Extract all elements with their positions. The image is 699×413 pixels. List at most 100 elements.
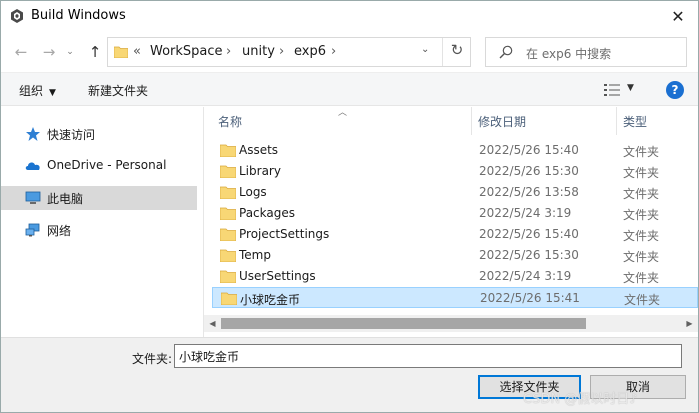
search-input[interactable]: 在 exp6 中搜索 (485, 37, 687, 67)
table-row[interactable]: UserSettings 2022/5/24 3:19 文件夹 (212, 266, 698, 287)
table-row[interactable]: Assets 2022/5/26 15:40 文件夹 (212, 140, 698, 161)
cloud-icon (25, 162, 40, 170)
organize-menu[interactable]: 组织 ▼ (19, 82, 56, 99)
address-overflow[interactable]: « (133, 44, 141, 59)
search-placeholder: 在 exp6 中搜索 (526, 47, 612, 61)
address-bar[interactable]: « WorkSpace › unity › exp6 › ⌄ ↻ (107, 37, 471, 67)
file-name: 小球吃金币 (240, 293, 301, 307)
table-row[interactable]: Packages 2022/5/24 3:19 文件夹 (212, 203, 698, 224)
back-button[interactable]: ← (11, 41, 31, 63)
unity-app-icon (11, 9, 23, 23)
sidebar-item-onedrive[interactable]: OneDrive - Personal (1, 154, 197, 178)
file-modified: 2022/5/26 13:58 (479, 185, 579, 199)
file-modified: 2022/5/26 15:30 (479, 248, 579, 262)
table-row[interactable]: Logs 2022/5/26 13:58 文件夹 (212, 182, 698, 203)
column-header-modified[interactable]: 修改日期 (472, 107, 616, 135)
navigation-pane: 快速访问 OneDrive - Personal 此电脑 网络 (1, 107, 201, 337)
folder-icon (220, 249, 236, 262)
file-type: 文件夹 (623, 208, 660, 222)
file-type: 文件夹 (623, 229, 660, 243)
file-type: 文件夹 (623, 271, 660, 285)
folder-icon (220, 165, 236, 178)
command-bar: 组织 ▼ 新建文件夹 ▼ ? (1, 72, 698, 106)
folder-icon (221, 292, 237, 305)
table-row[interactable]: Temp 2022/5/26 15:30 文件夹 (212, 245, 698, 266)
breadcrumb-workspace[interactable]: WorkSpace (150, 44, 223, 59)
folder-name-field[interactable] (174, 344, 682, 368)
table-row[interactable]: 小球吃金币 2022/5/26 15:41 文件夹 (212, 287, 698, 308)
watermark: CSDN @假以时日♪ (523, 392, 638, 407)
table-row[interactable]: Library 2022/5/26 15:30 文件夹 (212, 161, 698, 182)
file-name: Logs (239, 185, 267, 199)
column-header-type[interactable]: 类型 (617, 107, 698, 135)
file-modified: 2022/5/26 15:40 (479, 227, 579, 241)
address-divider (442, 38, 443, 66)
chevron-down-icon: ▼ (49, 88, 56, 98)
folder-icon (220, 228, 236, 241)
file-type: 文件夹 (623, 166, 660, 180)
star-icon (26, 127, 40, 141)
close-button[interactable]: ✕ (658, 1, 698, 32)
file-modified: 2022/5/24 3:19 (479, 206, 572, 220)
file-type: 文件夹 (624, 293, 661, 307)
sidebar-item-quick-access[interactable]: 快速访问 (1, 122, 197, 146)
horizontal-scrollbar[interactable]: ◀ ▶ (204, 315, 698, 332)
sidebar-item-label: 此电脑 (47, 192, 84, 206)
file-list: ︿ 名称 修改日期 类型 Assets 2022/5/26 15:40 文件夹 Lib… (204, 107, 698, 337)
help-button[interactable]: ? (666, 81, 684, 99)
file-type: 文件夹 (623, 187, 660, 201)
folder-icon (220, 186, 236, 199)
column-type-label: 类型 (623, 115, 648, 129)
view-options-icon[interactable] (604, 83, 620, 97)
title-bar: Build Windows ✕ (1, 1, 698, 32)
recent-locations-button[interactable]: ⌄ (60, 41, 80, 63)
file-modified: 2022/5/26 15:40 (479, 143, 579, 157)
file-name: Library (239, 164, 281, 178)
breadcrumb-chevron[interactable]: › (331, 44, 336, 59)
close-icon: ✕ (671, 7, 685, 26)
computer-icon (25, 191, 41, 204)
file-modified: 2022/5/26 15:30 (479, 164, 579, 178)
sidebar-item-label: OneDrive - Personal (47, 158, 167, 172)
sidebar-item-label: 网络 (47, 224, 72, 238)
file-name: Packages (239, 206, 295, 220)
forward-button[interactable]: → (39, 41, 59, 63)
address-dropdown-icon[interactable]: ⌄ (421, 44, 429, 55)
file-modified: 2022/5/24 3:19 (479, 269, 572, 283)
folder-icon (220, 144, 236, 157)
scrollbar-thumb[interactable] (221, 318, 586, 329)
file-type: 文件夹 (623, 250, 660, 264)
column-name-label: 名称 (218, 115, 243, 129)
table-row[interactable]: ProjectSettings 2022/5/26 15:40 文件夹 (212, 224, 698, 245)
scroll-left-icon[interactable]: ◀ (204, 315, 221, 332)
chevron-down-icon[interactable]: ▼ (627, 83, 634, 93)
folder-field-label: 文件夹: (132, 352, 173, 366)
breadcrumb-chevron[interactable]: › (226, 44, 231, 59)
sidebar-item-this-pc[interactable]: 此电脑 (1, 186, 197, 210)
breadcrumb-unity[interactable]: unity (242, 44, 275, 59)
folder-icon (220, 270, 236, 283)
scroll-right-icon[interactable]: ▶ (681, 315, 698, 332)
folder-icon (114, 46, 128, 58)
search-icon (499, 45, 513, 59)
column-header-name[interactable]: 名称 (204, 107, 470, 135)
column-modified-label: 修改日期 (478, 115, 527, 129)
refresh-button[interactable]: ↻ (444, 41, 470, 63)
folder-icon (220, 207, 236, 220)
file-name: Temp (239, 248, 271, 262)
file-name: Assets (239, 143, 279, 157)
breadcrumb-chevron[interactable]: › (279, 44, 284, 59)
new-folder-button[interactable]: 新建文件夹 (88, 82, 148, 99)
up-button[interactable]: ↑ (85, 41, 105, 63)
file-name: UserSettings (239, 269, 316, 283)
file-type: 文件夹 (623, 145, 660, 159)
window-title: Build Windows (31, 8, 126, 23)
organize-label: 组织 (19, 84, 44, 98)
breadcrumb-exp6[interactable]: exp6 (294, 44, 326, 59)
build-windows-dialog: Build Windows ✕ ← → ⌄ ↑ « WorkSpace › un… (0, 0, 699, 413)
file-name: ProjectSettings (239, 227, 330, 241)
file-modified: 2022/5/26 15:41 (480, 291, 580, 305)
sidebar-item-label: 快速访问 (47, 128, 96, 142)
sidebar-item-network[interactable]: 网络 (1, 218, 197, 242)
network-icon (25, 223, 40, 237)
